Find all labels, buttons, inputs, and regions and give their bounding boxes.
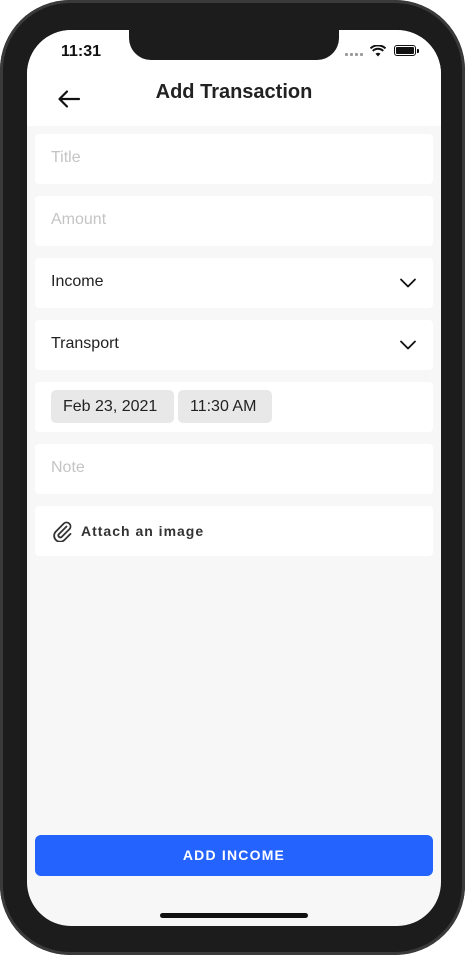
title-placeholder: Title [51, 149, 81, 166]
paperclip-icon [53, 521, 72, 542]
attach-image-label: Attach an image [81, 523, 205, 539]
screen: 11:31 Add Transaction Title Amount Incom… [27, 30, 441, 926]
transaction-form: Title Amount Income Transport Feb 23, 20… [35, 134, 433, 568]
note-placeholder: Note [51, 459, 85, 476]
amount-field[interactable]: Amount [35, 196, 433, 246]
type-select[interactable]: Income [35, 258, 433, 308]
date-chip[interactable]: Feb 23, 2021 [51, 390, 174, 423]
datetime-row: Feb 23, 2021 11:30 AM [35, 382, 433, 432]
category-select[interactable]: Transport [35, 320, 433, 370]
amount-placeholder: Amount [51, 211, 107, 228]
title-field[interactable]: Title [35, 134, 433, 184]
battery-icon [394, 45, 419, 56]
status-bar: 11:31 [27, 30, 441, 74]
attach-image-button[interactable]: Attach an image [35, 506, 433, 556]
category-value: Transport [51, 335, 119, 352]
phone-frame: 11:31 Add Transaction Title Amount Incom… [0, 0, 465, 955]
note-field[interactable]: Note [35, 444, 433, 494]
add-income-button[interactable]: ADD INCOME [35, 835, 433, 876]
type-value: Income [51, 273, 104, 290]
status-time: 11:31 [61, 43, 102, 60]
page-title: Add Transaction [155, 81, 313, 103]
chevron-down-icon [400, 278, 416, 288]
home-indicator [160, 913, 308, 918]
chevron-down-icon [400, 340, 416, 350]
time-chip[interactable]: 11:30 AM [178, 390, 272, 423]
header: Add Transaction [27, 74, 441, 126]
notch [129, 30, 339, 60]
signal-icon [345, 53, 363, 56]
wifi-icon [370, 45, 386, 57]
